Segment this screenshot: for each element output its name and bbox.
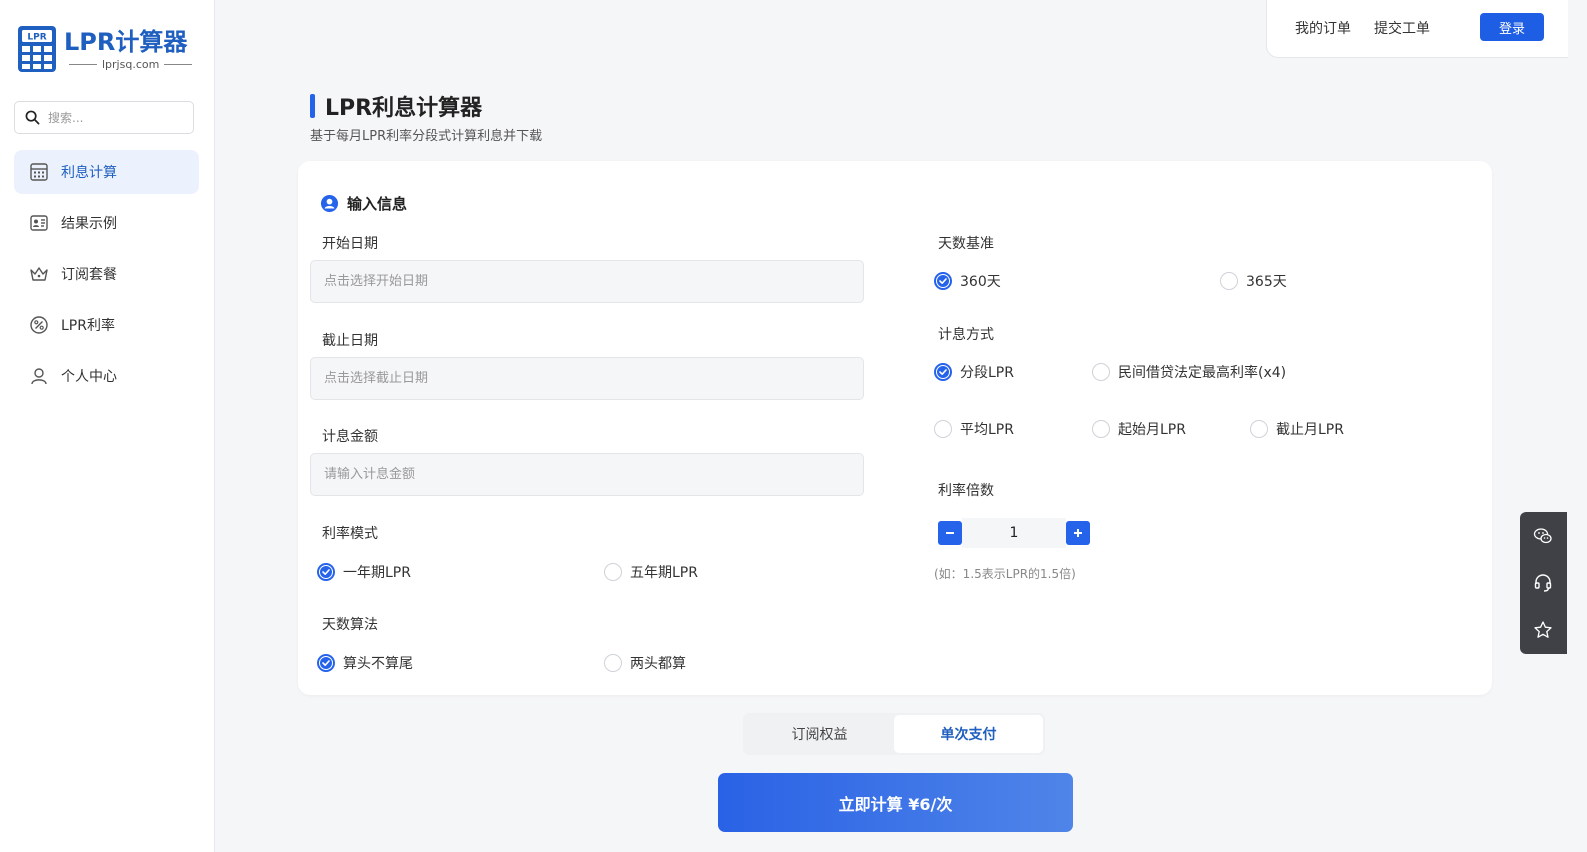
radio-unchecked-icon <box>604 563 622 581</box>
logo[interactable]: LPR LPR计算器 lprjsq.com <box>18 26 197 72</box>
method-average-lpr-radio[interactable]: 平均LPR <box>934 419 1014 439</box>
method-label: 计息方式 <box>938 327 994 343</box>
radio-unchecked-icon <box>604 654 622 672</box>
amount-label: 计息金额 <box>322 429 378 445</box>
multiplier-hint: (如：1.5表示LPR的1.5倍) <box>934 567 1076 581</box>
start-date-label: 开始日期 <box>322 236 378 252</box>
sidebar-nav: 利息计算 结果示例 订阅套餐 LPR利率 个人中心 <box>14 150 199 405</box>
plus-icon <box>1074 529 1082 537</box>
radio-checked-icon <box>317 563 335 581</box>
radio-unchecked-icon <box>1220 272 1238 290</box>
calculator-icon <box>30 163 48 181</box>
end-date-label: 截止日期 <box>322 333 378 349</box>
day-base-360-radio[interactable]: 360天 <box>934 271 1001 291</box>
sidebar-item-label: 个人中心 <box>61 369 117 385</box>
day-calc-head-not-tail-radio[interactable]: 算头不算尾 <box>317 653 413 673</box>
radio-label: 365天 <box>1246 274 1287 290</box>
page-subtitle: 基于每月LPR利率分段式计算利息并下载 <box>310 129 543 144</box>
search-icon <box>25 110 40 125</box>
radio-label: 起始月LPR <box>1118 422 1186 438</box>
page-title-text: LPR利息计算器 <box>325 96 483 121</box>
section-header: 输入信息 <box>320 193 407 214</box>
payment-tabs: 订阅权益 单次支付 <box>743 713 1045 755</box>
headset-icon[interactable] <box>1533 573 1553 593</box>
sidebar-item-personal-center[interactable]: 个人中心 <box>14 354 199 398</box>
day-calc-both-ends-radio[interactable]: 两头都算 <box>604 653 686 673</box>
rate-mode-one-year-radio[interactable]: 一年期LPR <box>317 562 411 582</box>
profile-card-icon <box>30 215 48 231</box>
search-input[interactable] <box>48 110 178 125</box>
sidebar-item-label: LPR利率 <box>61 318 115 334</box>
top-bar: 我的订单 提交工单 登录 <box>1266 0 1568 58</box>
logo-title: LPR计算器 <box>64 27 188 56</box>
sidebar-item-subscription[interactable]: 订阅套餐 <box>14 252 199 296</box>
user-circle-icon <box>320 194 339 213</box>
star-icon[interactable] <box>1533 620 1553 640</box>
decrement-button[interactable] <box>938 521 962 545</box>
logo-badge-text: LPR <box>27 33 46 43</box>
method-segmented-lpr-radio[interactable]: 分段LPR <box>934 362 1014 382</box>
sidebar-item-lpr-rate[interactable]: LPR利率 <box>14 303 199 347</box>
radio-checked-icon <box>934 272 952 290</box>
radio-checked-icon <box>317 654 335 672</box>
floating-toolbar <box>1520 512 1567 654</box>
day-base-label: 天数基准 <box>938 236 994 252</box>
radio-label: 分段LPR <box>960 365 1014 381</box>
sidebar: LPR LPR计算器 lprjsq.com 利息计算 结果示例 <box>0 0 215 852</box>
wechat-icon[interactable] <box>1533 526 1553 546</box>
sidebar-item-interest-calc[interactable]: 利息计算 <box>14 150 199 194</box>
sidebar-item-label: 订阅套餐 <box>61 267 117 283</box>
logo-calculator-icon: LPR <box>18 26 56 72</box>
user-icon <box>31 368 47 385</box>
minus-icon <box>946 532 954 534</box>
radio-label: 五年期LPR <box>630 565 698 581</box>
sidebar-item-label: 结果示例 <box>61 216 117 232</box>
my-orders-link[interactable]: 我的订单 <box>1295 18 1351 38</box>
input-form-card: 输入信息 开始日期 截止日期 计息金额 利率模式 一年期LPR 五年期LPR 天… <box>298 161 1492 695</box>
percent-icon <box>30 316 48 334</box>
submit-ticket-link[interactable]: 提交工单 <box>1374 18 1430 38</box>
sidebar-item-label: 利息计算 <box>61 165 117 181</box>
search-box[interactable] <box>14 101 194 134</box>
sidebar-item-result-examples[interactable]: 结果示例 <box>14 201 199 245</box>
amount-input[interactable] <box>310 453 864 496</box>
logo-domain: lprjsq.com <box>102 57 160 71</box>
day-base-365-radio[interactable]: 365天 <box>1220 271 1287 291</box>
crown-icon <box>30 267 48 281</box>
radio-unchecked-icon <box>1092 363 1110 381</box>
multiplier-stepper <box>938 518 1090 548</box>
radio-label: 截止月LPR <box>1276 422 1344 438</box>
end-date-input[interactable] <box>310 357 864 400</box>
day-calc-label: 天数算法 <box>322 617 378 633</box>
tab-single-payment[interactable]: 单次支付 <box>894 715 1043 753</box>
radio-label: 一年期LPR <box>343 565 411 581</box>
title-accent-bar <box>310 94 315 118</box>
method-private-lending-max-radio[interactable]: 民间借贷法定最高利率(x4) <box>1092 362 1286 382</box>
tab-subscription[interactable]: 订阅权益 <box>745 715 894 753</box>
radio-label: 360天 <box>960 274 1001 290</box>
radio-label: 两头都算 <box>630 656 686 672</box>
radio-unchecked-icon <box>1092 420 1110 438</box>
radio-label: 平均LPR <box>960 422 1014 438</box>
page-title: LPR利息计算器 <box>310 90 482 122</box>
multiplier-input[interactable] <box>962 518 1066 548</box>
increment-button[interactable] <box>1066 521 1090 545</box>
radio-unchecked-icon <box>934 420 952 438</box>
radio-label: 算头不算尾 <box>343 656 413 672</box>
multiplier-label: 利率倍数 <box>938 483 994 499</box>
radio-unchecked-icon <box>1250 420 1268 438</box>
start-date-input[interactable] <box>310 260 864 303</box>
rate-mode-label: 利率模式 <box>322 526 378 542</box>
method-end-month-lpr-radio[interactable]: 截止月LPR <box>1250 419 1344 439</box>
login-button[interactable]: 登录 <box>1480 13 1544 41</box>
radio-checked-icon <box>934 363 952 381</box>
radio-label: 民间借贷法定最高利率(x4) <box>1118 365 1287 381</box>
calculate-now-button[interactable]: 立即计算 ¥6/次 <box>718 773 1073 832</box>
section-title: 输入信息 <box>347 195 408 213</box>
method-start-month-lpr-radio[interactable]: 起始月LPR <box>1092 419 1186 439</box>
rate-mode-five-year-radio[interactable]: 五年期LPR <box>604 562 698 582</box>
